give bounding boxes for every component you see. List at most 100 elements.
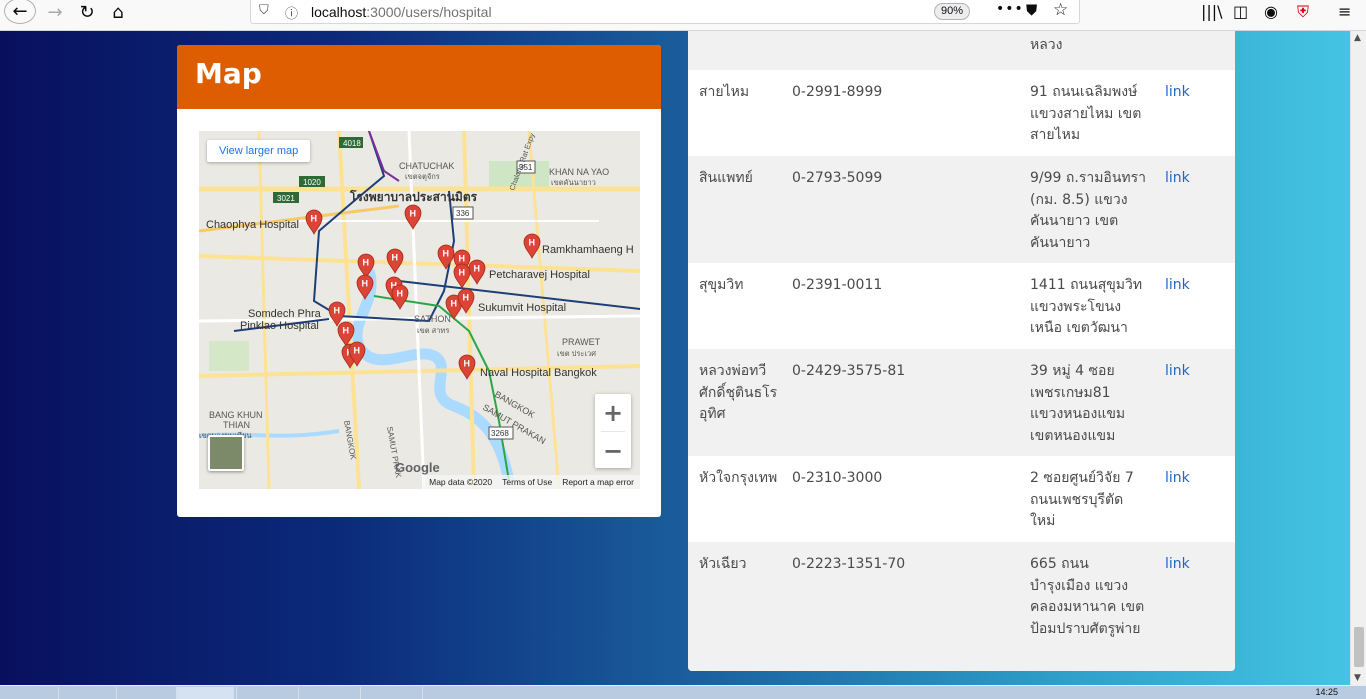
address-bar[interactable]: ⛉ ⓘ localhost:3000/users/hospital 90% ••… [250,0,1080,24]
map-zoom-control: + − [595,394,631,468]
hospital-name: สุขุมวิท [699,277,744,293]
svg-text:H: H [459,268,466,278]
label-prawet-th: เขต ประเวศ [557,349,596,358]
shield-336: 336 [456,209,470,218]
home-button[interactable]: ⌂ [103,0,133,24]
table-row: สินแพทย์ 0-2793-5099 9/99 ถ.รามอินทรา (ก… [688,156,1235,263]
hospital-name: หัวใจกรุงเทพ [699,470,778,486]
svg-text:H: H [334,306,341,316]
svg-text:H: H [451,299,458,309]
label-chatuchak: CHATUCHAK [399,161,454,171]
hospital-name: สินแพทย์ [699,170,753,186]
satellite-toggle[interactable] [208,435,244,471]
taskbar-firefox-icon[interactable] [176,687,234,699]
hospital-link[interactable]: link [1165,361,1190,383]
hospital-address: 91 ถนนเฉลิมพงษ์ แขวงสายไหม เขตสายไหม [1030,84,1142,143]
back-button[interactable]: ← [4,0,36,24]
table-row: สุขุมวิท 0-2391-0011 1411 ถนนสุขุมวิท แข… [688,263,1235,349]
table-row: หลวง [688,31,1235,70]
taskbar-app-icon[interactable] [236,687,294,699]
hospital-phone: 0-2793-5099 [792,170,883,186]
sidebar-icon[interactable]: ◫ [1233,2,1248,21]
label-petcharavej: Petcharavej Hospital [489,269,590,281]
bookmark-star-icon[interactable]: ☆ [1053,0,1068,20]
arrow-right-icon: → [47,1,63,23]
svg-text:H: H [529,238,536,248]
zoom-in-button[interactable]: + [595,394,631,431]
label-naval: Naval Hospital Bangkok [480,367,597,379]
terms-link[interactable]: Terms of Use [502,477,552,487]
hospital-phone: 0-2429-3575-81 [792,363,906,379]
hospital-address: 1411 ถนนสุขุมวิท แขวงพระโขนงเหนือ เขตวัฒ… [1030,277,1143,336]
hospital-link[interactable]: link [1165,468,1190,490]
google-logo: Google [395,460,440,475]
taskbar-vscode-icon[interactable] [360,687,418,699]
hospital-address: 665 ถนนบำรุงเมือง แขวงคลองมหานาค เขตป้อม… [1030,556,1145,637]
table-row: หลวงพ่อทวีศักดิ์ชุตินธโรอุทิศ 0-2429-357… [688,349,1235,456]
hospital-address: หลวง [1030,37,1063,53]
label-khan-na-yao: KHAN NA YAO [549,167,609,177]
label-sathon-th: เขต สาทร [417,326,449,335]
zoom-out-button[interactable]: − [595,432,631,469]
url-text[interactable]: localhost:3000/users/hospital [311,4,492,20]
hospital-name: หลวงพ่อทวีศักดิ์ชุตินธโรอุทิศ [699,363,778,422]
url-host: localhost [311,4,367,20]
url-path: :3000/users/hospital [366,4,492,20]
taskbar-clock: 14:25 [1315,687,1338,697]
svg-text:H: H [343,326,350,336]
vertical-scrollbar[interactable]: ▲ ▼ [1350,31,1366,685]
svg-text:H: H [463,293,470,303]
table-row: สายไหม 0-2991-8999 91 ถนนเฉลิมพงษ์ แขวงส… [688,70,1235,156]
windows-taskbar: 14:25 [0,685,1366,699]
hospital-link[interactable]: link [1165,554,1190,576]
taskbar-ie-icon[interactable] [58,687,116,699]
hospital-table: หลวง สายไหม 0-2991-8999 91 ถนนเฉลิมพงษ์ … [688,31,1235,671]
zoom-indicator[interactable]: 90% [934,3,971,20]
view-larger-map-link[interactable]: View larger map [207,140,311,162]
hospital-link[interactable]: link [1165,82,1190,104]
taskbar-app-icon[interactable] [422,687,480,699]
library-icon[interactable]: |||\ [1201,2,1223,21]
hospital-name: หัวเฉียว [699,556,747,572]
menu-icon[interactable]: ≡ [1338,2,1351,21]
reload-button[interactable]: ↻ [72,0,102,24]
label-somdech-2: Pinklao Hospital [240,320,319,332]
taskbar-app-icon[interactable] [298,687,356,699]
label-chatuchak-th: เขตจตุจักร [405,172,440,181]
account-icon[interactable]: ◉ [1264,2,1278,21]
hospital-link[interactable]: link [1165,168,1190,190]
scroll-up-icon[interactable]: ▲ [1354,33,1361,43]
label-ramkhamhaeng: Ramkhamhaeng H [542,244,634,256]
report-error-link[interactable]: Report a map error [562,477,634,487]
table-row: หัวเฉียว 0-2223-1351-70 665 ถนนบำรุงเมือ… [688,542,1235,671]
hospital-address: 2 ซอยศูนย์วิจัย 7 ถนนเพชรบุรีตัดใหม่ [1030,470,1134,529]
ublock-icon[interactable]: ⛨ [1297,2,1309,22]
label-bang-khun: BANG KHUN [209,410,263,420]
map-canvas[interactable]: 4018 1020 3021 351 336 3268 CHATUCHAK เข… [199,131,640,489]
svg-text:H: H [410,209,417,219]
scroll-down-icon[interactable]: ▼ [1354,673,1361,683]
map-title: Map [177,45,661,109]
hospital-link[interactable]: link [1165,275,1190,297]
svg-text:H: H [311,214,318,224]
svg-text:H: H [474,264,481,274]
svg-text:H: H [362,279,369,289]
forward-button[interactable]: → [40,0,70,24]
taskbar-explorer-icon[interactable] [116,687,174,699]
info-icon[interactable]: ⓘ [285,3,298,22]
label-sathon: SATHON [414,314,451,324]
hospital-address: 9/99 ถ.รามอินทรา (กม. 8.5) แขวงคันนายาว … [1030,170,1147,251]
svg-text:H: H [443,249,450,259]
shield-4018: 4018 [343,139,361,148]
shield-icon[interactable]: ⛉ [259,3,269,18]
map-data-text: Map data ©2020 [429,477,493,487]
start-button[interactable] [0,687,58,699]
google-map[interactable]: 4018 1020 3021 351 336 3268 CHATUCHAK เข… [199,131,640,489]
pocket-icon[interactable]: ⛊ [1026,1,1037,19]
map-card: Map 4018 1020 3021 351 336 3268 CHATUCHA… [177,45,661,517]
scrollbar-thumb[interactable] [1354,627,1364,667]
page-actions-icon[interactable]: ••• [996,1,1024,17]
label-prasanmitr: โรงพยาบาลประสานมิตร [349,189,478,204]
shield-3021: 3021 [277,194,295,203]
svg-text:H: H [397,289,404,299]
